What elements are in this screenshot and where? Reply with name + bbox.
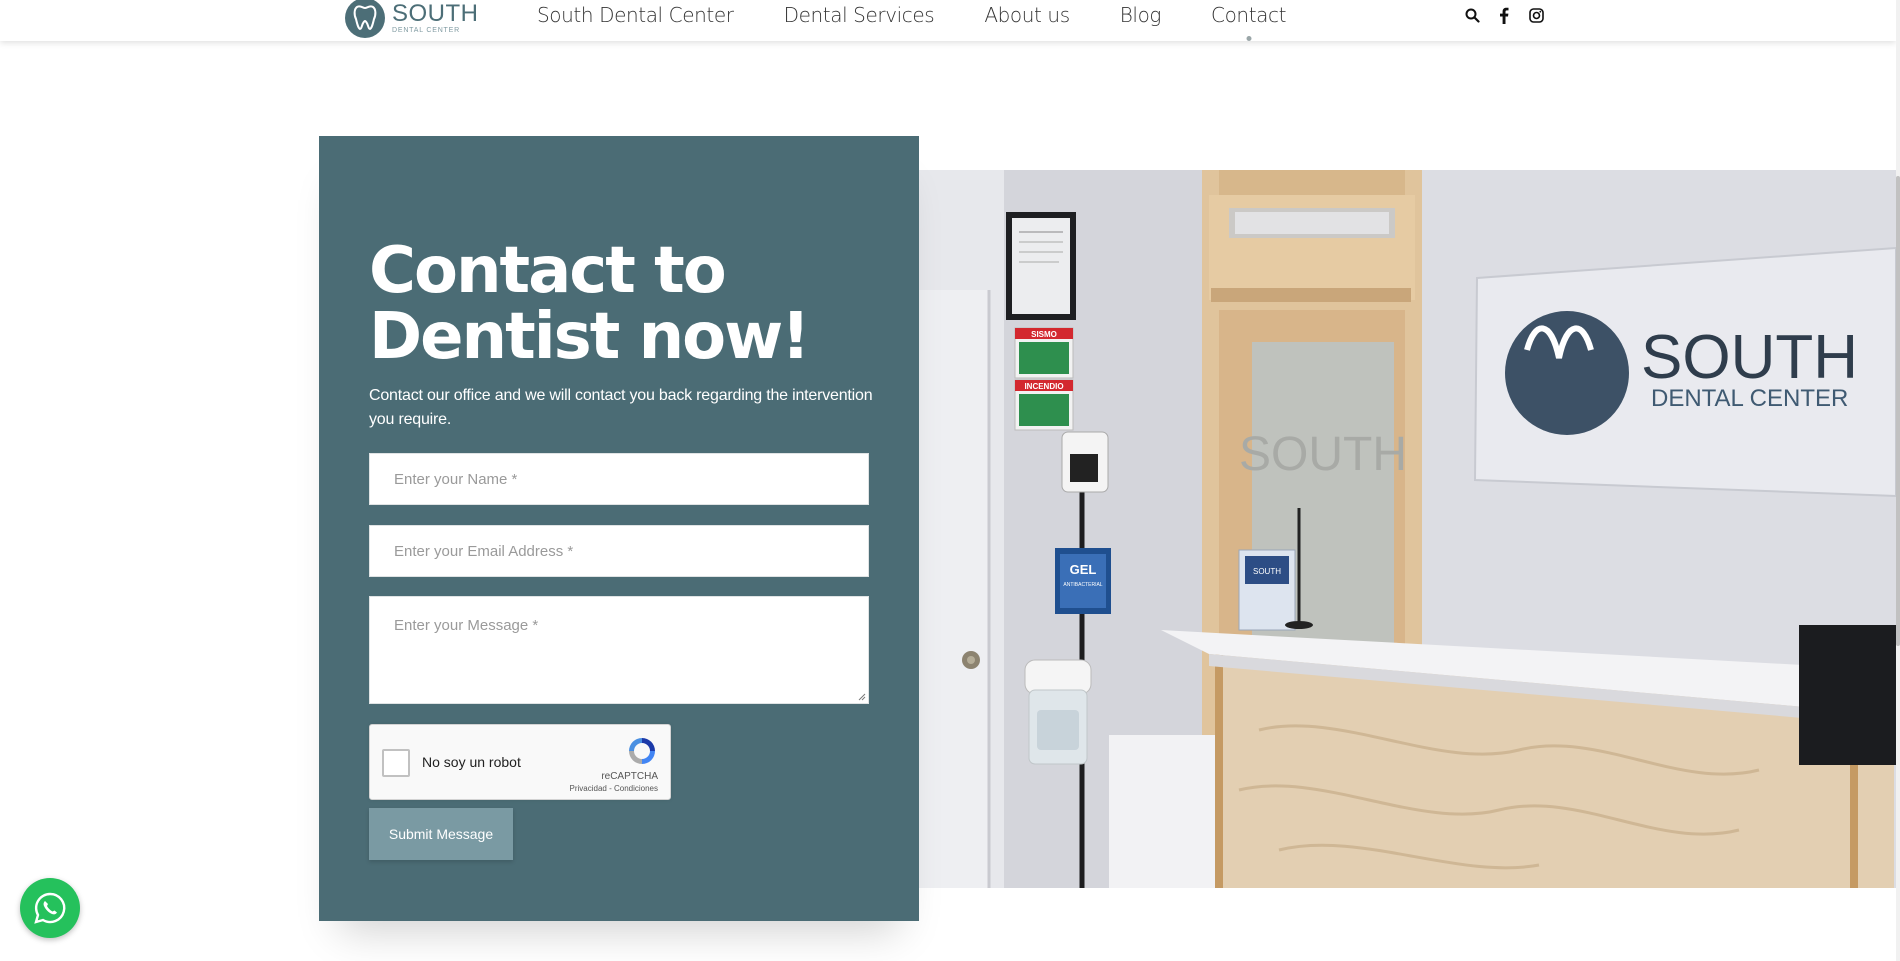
wall-sign-brand: SOUTH (1641, 323, 1858, 392)
recaptcha-label: No soy un robot (422, 754, 521, 770)
brochure-text: SOUTH (1253, 567, 1281, 576)
whatsapp-icon (34, 892, 66, 924)
contact-panel: Contact to Dentist now! Contact our offi… (319, 136, 919, 921)
main-nav: South Dental Center Dental Services Abou… (537, 0, 1336, 30)
site-header: SOUTH DENTAL CENTER South Dental Center … (0, 0, 1896, 41)
logo-text: SOUTH DENTAL CENTER (392, 0, 479, 35)
message-field[interactable] (369, 596, 869, 704)
nav-item-dental-services[interactable]: Dental Services (784, 0, 935, 30)
message-input[interactable] (394, 617, 868, 703)
reception-photo: SISMO INCENDIO SOUTH GEL ANTIBACTERIAL S… (919, 170, 1896, 888)
wall-sign-subtitle: DENTAL CENTER (1651, 385, 1848, 412)
recaptcha-logo-icon (626, 735, 658, 767)
resize-grip-icon[interactable] (858, 693, 866, 701)
submit-message-button[interactable]: Submit Message (369, 808, 513, 860)
nav-item-south-dental-center[interactable]: South Dental Center (537, 0, 734, 30)
nav-item-contact[interactable]: Contact (1211, 0, 1286, 30)
recaptcha-brand: reCAPTCHA (601, 771, 658, 782)
recaptcha-links[interactable]: Privacidad - Condiciones (570, 784, 659, 793)
nav-item-blog[interactable]: Blog (1120, 0, 1162, 30)
page-scrollbar[interactable] (1896, 0, 1900, 961)
name-field[interactable] (369, 453, 869, 505)
contact-title: Contact to Dentist now! (369, 234, 810, 374)
whatsapp-button[interactable] (20, 878, 80, 938)
recaptcha-checkbox[interactable] (382, 749, 410, 777)
logo-brand: SOUTH (392, 0, 479, 27)
recaptcha-widget: No soy un robot reCAPTCHA Privacidad - C… (369, 724, 671, 800)
scrollbar-thumb[interactable] (1896, 176, 1900, 646)
facebook-icon[interactable] (1495, 6, 1513, 24)
gel-sign-text: GEL (1070, 562, 1097, 577)
email-field[interactable] (369, 525, 869, 577)
poster-incendio-text: INCENDIO (1024, 382, 1063, 391)
page: SOUTH DENTAL CENTER South Dental Center … (0, 0, 1900, 961)
email-input[interactable] (394, 526, 868, 576)
poster-sismo-text: SISMO (1031, 330, 1057, 339)
door-logo-text: SOUTH (1239, 428, 1407, 481)
contact-description: Contact our office and we will contact y… (369, 387, 873, 428)
logo-subtitle: DENTAL CENTER (392, 27, 460, 34)
instagram-icon[interactable] (1527, 6, 1545, 24)
site-logo[interactable]: SOUTH DENTAL CENTER (345, 0, 479, 38)
header-icons (1463, 6, 1545, 24)
search-icon[interactable] (1463, 6, 1481, 24)
name-input[interactable] (394, 454, 868, 504)
gel-sign-subtext: ANTIBACTERIAL (1063, 582, 1102, 588)
nav-item-about-us[interactable]: About us (984, 0, 1070, 30)
tooth-logo-icon (345, 0, 385, 38)
